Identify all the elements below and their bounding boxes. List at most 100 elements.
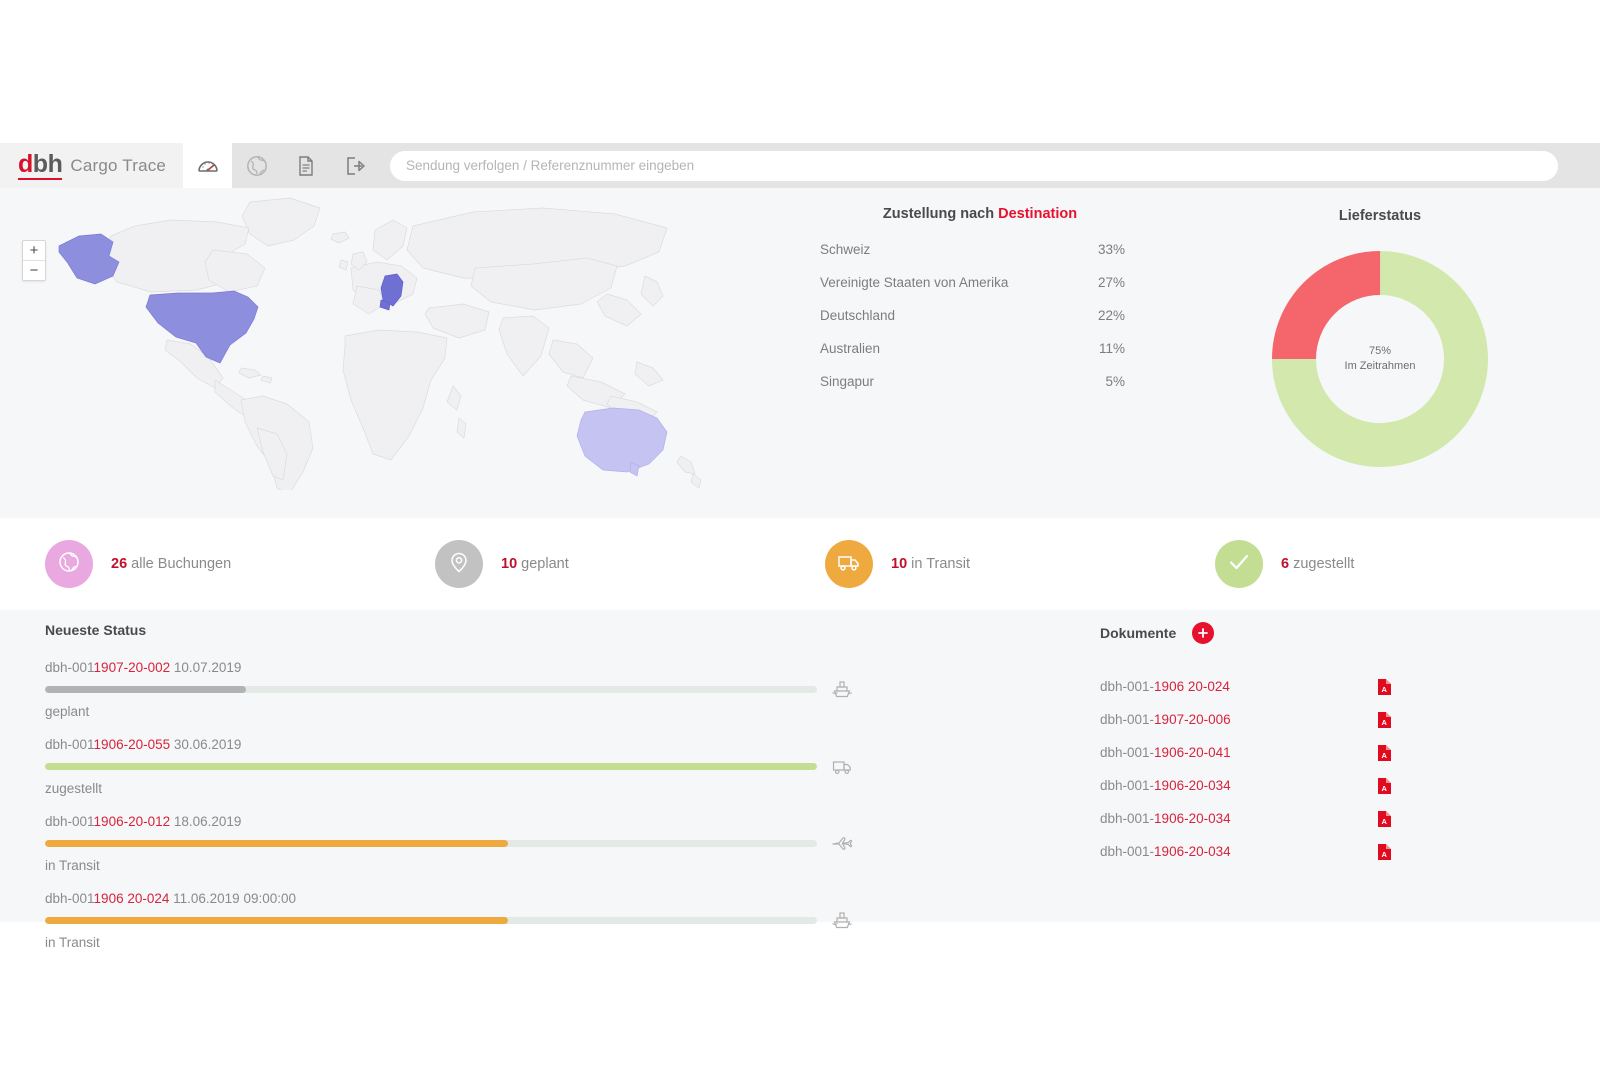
status-reference: dbh-0011906-20-012 18.06.2019 xyxy=(45,814,855,829)
svg-text:A: A xyxy=(1381,718,1387,727)
gauge-icon xyxy=(195,153,221,179)
plane-icon xyxy=(829,833,855,853)
documents-header: Dokumente xyxy=(1100,622,1600,644)
destination-percent: 11% xyxy=(1098,341,1125,356)
kpi-value: 10 xyxy=(891,556,908,572)
pdf-icon[interactable]: A xyxy=(1377,810,1392,828)
status-ref-gray: dbh-001 xyxy=(45,814,94,829)
world-map-svg[interactable] xyxy=(45,190,725,490)
document-name-red: 1906 20-024 xyxy=(1154,679,1230,694)
document-name: dbh-001-1906-20-034 xyxy=(1100,778,1377,793)
kpi-in-transit[interactable]: 10 in Transit xyxy=(780,540,1170,588)
destination-title-accent: Destination xyxy=(998,206,1078,222)
pdf-icon[interactable]: A xyxy=(1377,843,1392,861)
destination-percent: 5% xyxy=(1105,374,1125,389)
nav-icons xyxy=(183,143,379,188)
status-reference: dbh-0011906 20-024 11.06.2019 09:00:00 xyxy=(45,891,855,906)
pdf-icon[interactable]: A xyxy=(1377,711,1392,729)
logo-letter-d: d xyxy=(18,149,33,178)
world-map-panel[interactable]: + − xyxy=(0,188,800,518)
destination-row: Deutschland 22% xyxy=(800,308,1160,341)
document-row[interactable]: dbh-001-1906-20-034 A xyxy=(1100,802,1392,835)
svg-text:A: A xyxy=(1381,685,1387,694)
destination-country: Vereinigte Staaten von Amerika xyxy=(820,275,1009,290)
kpi-value: 10 xyxy=(501,556,518,572)
status-ref-gray: dbh-001 xyxy=(45,660,94,675)
kpi-value: 26 xyxy=(111,556,128,572)
kpi-delivered[interactable]: 6 zugestellt xyxy=(1170,540,1560,588)
nav-dashboard-button[interactable] xyxy=(183,143,232,188)
logout-icon xyxy=(342,153,368,179)
pdf-icon[interactable]: A xyxy=(1377,744,1392,762)
destination-title-prefix: Zustellung nach xyxy=(882,206,999,222)
nav-globe-button[interactable] xyxy=(232,143,281,188)
status-row[interactable]: dbh-0011906-20-012 18.06.2019 in Transit xyxy=(45,814,855,873)
document-name-gray: dbh-001- xyxy=(1100,712,1155,727)
kpi-label: 6 zugestellt xyxy=(1281,556,1354,572)
status-bar-row xyxy=(45,679,855,699)
pdf-icon[interactable]: A xyxy=(1377,678,1392,696)
latest-status-title: Neueste Status xyxy=(45,622,147,638)
globe-icon xyxy=(244,153,270,179)
check-icon xyxy=(1225,549,1253,580)
status-progress-fill xyxy=(45,685,246,693)
document-row[interactable]: dbh-001-1906-20-041 A xyxy=(1100,736,1392,769)
logo-letter-h: h xyxy=(47,149,63,178)
document-row[interactable]: dbh-001-1907-20-006 A xyxy=(1100,703,1392,736)
kpi-all-bookings[interactable]: 26 alle Buchungen xyxy=(0,540,390,588)
svg-text:A: A xyxy=(1381,817,1387,826)
nav-documents-button[interactable] xyxy=(281,143,330,188)
svg-text:A: A xyxy=(1381,784,1387,793)
kpi-planned[interactable]: 10 geplant xyxy=(390,540,780,588)
destination-percent: 27% xyxy=(1097,275,1125,290)
map-zoom-in-button[interactable]: + xyxy=(23,241,45,261)
add-document-button[interactable] xyxy=(1192,622,1215,644)
document-name-gray: dbh-001- xyxy=(1100,745,1155,760)
document-row[interactable]: dbh-001-1906-20-034 A xyxy=(1100,769,1392,802)
status-ref-red: 1906-20-055 xyxy=(93,737,171,752)
status-row[interactable]: dbh-0011906-20-055 30.06.2019 zugestellt xyxy=(45,737,855,796)
status-row[interactable]: dbh-0011907-20-002 10.07.2019 geplant xyxy=(45,660,855,719)
document-name: dbh-001-1906 20-024 xyxy=(1100,679,1377,694)
delivery-status-donut: 75% Im Zeitrahmen xyxy=(1265,244,1495,474)
map-country-australia xyxy=(576,407,668,473)
documents-panel: Dokumente dbh-001-1906 20-024 A dbh-001-… xyxy=(1080,622,1600,922)
plus-icon xyxy=(1198,628,1209,638)
document-row[interactable]: dbh-001-1906-20-034 A xyxy=(1100,835,1392,868)
kpi-label: 26 alle Buchungen xyxy=(111,556,231,572)
map-zoom-out-button[interactable]: − xyxy=(23,261,45,280)
document-name-gray: dbh-001- xyxy=(1100,778,1155,793)
kpi-strip: 26 alle Buchungen 10 geplant 10 in Trans… xyxy=(0,518,1600,610)
pdf-icon[interactable]: A xyxy=(1377,777,1392,795)
dashboard-upper-panel: + − Zustellung nach Destination Schweiz … xyxy=(0,188,1600,518)
kpi-icon-circle xyxy=(45,540,93,588)
status-ref-red: 1907-20-002 xyxy=(93,660,171,675)
status-reference: dbh-0011906-20-055 30.06.2019 xyxy=(45,737,855,752)
status-bar-row xyxy=(45,756,855,776)
kpi-text: zugestellt xyxy=(1289,556,1355,572)
destination-panel-title: Zustellung nach Destination xyxy=(800,206,1160,222)
status-date: 18.06.2019 xyxy=(170,814,242,829)
destination-percent: 33% xyxy=(1097,242,1125,257)
donut-center-label: 75% Im Zeitrahmen xyxy=(1265,244,1495,474)
status-row[interactable]: dbh-0011906 20-024 11.06.2019 09:00:00 i… xyxy=(45,891,855,950)
nav-logout-button[interactable] xyxy=(330,143,379,188)
document-row[interactable]: dbh-001-1906 20-024 A xyxy=(1100,670,1392,703)
destination-country: Deutschland xyxy=(820,308,896,323)
status-ref-gray: dbh-001 xyxy=(45,891,94,906)
latest-status-panel: Neueste Status dbh-0011907-20-002 10.07.… xyxy=(0,622,1080,950)
status-progress-fill xyxy=(45,839,509,847)
status-bar-row xyxy=(45,833,855,853)
brand-area: dbh Cargo Trace xyxy=(0,143,183,188)
destination-country: Singapur xyxy=(820,374,875,389)
dbh-logo: dbh xyxy=(18,149,63,180)
kpi-icon-circle xyxy=(825,540,873,588)
status-ref-gray: dbh-001 xyxy=(45,737,94,752)
search-input[interactable] xyxy=(390,150,1558,181)
status-progress-fill xyxy=(45,916,509,924)
dashboard-lower-panel: Neueste Status dbh-0011907-20-002 10.07.… xyxy=(0,610,1600,950)
product-name: Cargo Trace xyxy=(70,155,167,175)
document-name: dbh-001-1906-20-034 xyxy=(1100,811,1377,826)
kpi-text: alle Buchungen xyxy=(127,556,232,572)
svg-text:A: A xyxy=(1381,850,1387,859)
